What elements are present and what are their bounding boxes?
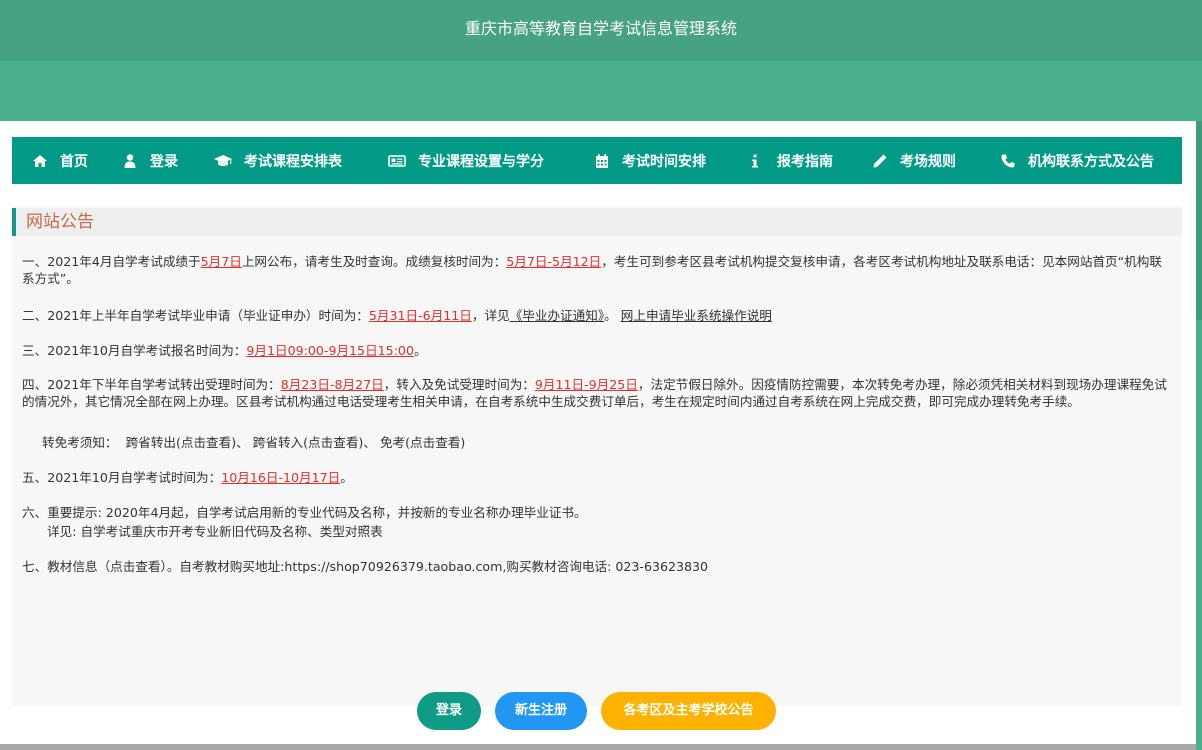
app-header: 重庆市高等教育自学考试信息管理系统 xyxy=(0,0,1202,61)
notice-item-3: 三、2021年10月自学考试报名时间为：9月1日09:00-9月15日15:00… xyxy=(22,342,1172,359)
graduation-guide-link[interactable]: 网上申请毕业系统操作说明 xyxy=(621,308,772,323)
notice-3-text-a: 三、2021年10月自学考试报名时间为： xyxy=(22,343,247,358)
notice-4-transfer-out-period: 8月23日-8月27日 xyxy=(280,377,384,392)
transfer-in-link[interactable]: 跨省转入(点击查看) xyxy=(253,435,364,450)
notice-4-text-c: ，转入及免试受理时间为： xyxy=(383,377,535,392)
nav-item-exam-time[interactable]: 考试时间安排 xyxy=(594,137,706,184)
nav-label-exam-schedule: 考试课程安排表 xyxy=(244,153,342,170)
textbook-info-link[interactable]: 七、教材信息（点击查看） xyxy=(22,559,167,574)
nav-label-course-credits: 专业课程设置与学分 xyxy=(418,153,544,170)
notice-4-text-a: 四、2021年下半年自学考试转出受理时间为： xyxy=(22,377,281,392)
graduation-cap-icon xyxy=(214,153,232,169)
bottom-shadow xyxy=(0,744,1196,750)
notice-1-review-period: 5月7日-5月12日 xyxy=(506,254,602,269)
major-code-table-link[interactable]: 自学考试重庆市开考专业新旧代码及名称、类型对照表 xyxy=(80,524,382,539)
notice-5-period: 10月16日-10月17日 xyxy=(221,470,341,485)
home-icon xyxy=(32,153,48,169)
notice-7-text: 。自考教材购买地址:https://shop70926379.taobao.co… xyxy=(166,559,709,574)
nav-item-course-credits[interactable]: 专业课程设置与学分 xyxy=(388,137,544,184)
nav-item-exam-schedule[interactable]: 考试课程安排表 xyxy=(214,137,342,184)
main-container: 首页 登录 考试课程安排表 专业课程设置与学分 考试时间安排 报考指南 考场规则… xyxy=(0,121,1196,744)
notice-2-text-a: 二、2021年上半年自学考试毕业申请（毕业证申办）时间为： xyxy=(22,308,369,323)
graduation-notice-link[interactable]: 《毕业办证通知》 xyxy=(510,308,604,323)
nav-item-rules[interactable]: 考场规则 xyxy=(872,137,956,184)
nav-label-contact: 机构联系方式及公告 xyxy=(1028,153,1154,170)
notice-4-transfer-in-period: 9月11日-9月25日 xyxy=(534,377,638,392)
phone-icon xyxy=(1000,153,1016,169)
main-nav: 首页 登录 考试课程安排表 专业课程设置与学分 考试时间安排 报考指南 考场规则… xyxy=(12,137,1182,184)
nav-label-guide: 报考指南 xyxy=(777,153,833,170)
user-icon xyxy=(122,153,138,169)
notice-5-text-c: 。 xyxy=(340,470,353,485)
login-button[interactable]: 登录 xyxy=(417,692,481,730)
notice-4-sub-label: 转免考须知： xyxy=(42,435,118,450)
nav-item-home[interactable]: 首页 xyxy=(32,137,88,184)
nav-label-rules: 考场规则 xyxy=(900,153,956,170)
header-band xyxy=(0,61,1202,121)
transfer-out-link[interactable]: 跨省转出(点击查看) xyxy=(126,435,237,450)
notice-6-text: 六、重要提示: 2020年4月起，自学考试启用新的专业代码及名称，并按新的专业名… xyxy=(22,505,587,520)
notice-6-sub: 详见: 自学考试重庆市开考专业新旧代码及名称、类型对照表 xyxy=(47,523,383,540)
notice-4-sub: 转免考须知： 跨省转出(点击查看)、 跨省转入(点击查看)、 免考(点击查看) xyxy=(42,434,465,451)
notice-2-text-e: 。 xyxy=(604,308,621,323)
info-icon xyxy=(750,153,760,169)
notice-2-text-c: ，详见 xyxy=(471,308,510,323)
nav-item-login[interactable]: 登录 xyxy=(122,137,178,184)
notice-item-5: 五、2021年10月自学考试时间为：10月16日-10月17日。 xyxy=(22,469,1172,486)
nav-label-login: 登录 xyxy=(150,153,178,170)
nav-label-home: 首页 xyxy=(60,153,88,170)
register-button[interactable]: 新生注册 xyxy=(495,692,587,730)
notice-2-period: 5月31日-6月11日 xyxy=(368,308,472,323)
notice-item-7: 七、教材信息（点击查看）。自考教材购买地址:https://shop709263… xyxy=(22,558,1172,575)
notice-panel: 网站公告 一、2021年4月自学考试成绩于5月7日上网公布，请考生及时查询。成绩… xyxy=(12,206,1182,730)
right-edge-strip xyxy=(1196,121,1202,320)
calendar-icon xyxy=(594,153,610,169)
nav-item-guide[interactable]: 报考指南 xyxy=(750,137,833,184)
notice-item-2: 二、2021年上半年自学考试毕业申请（毕业证申办）时间为：5月31日-6月11日… xyxy=(22,307,1172,324)
notice-4-sep-2: 、 xyxy=(363,435,376,450)
notice-title: 网站公告 xyxy=(26,212,94,232)
notice-header: 网站公告 xyxy=(12,208,1182,236)
notice-4-sep-1: 、 xyxy=(236,435,249,450)
nav-label-exam-time: 考试时间安排 xyxy=(622,153,706,170)
pencil-icon xyxy=(872,153,888,169)
notice-6-sub-label: 详见: xyxy=(47,524,77,539)
notice-1-text-a: 一、2021年4月自学考试成绩于 xyxy=(22,254,201,269)
notice-3-period: 9月1日09:00-9月15日15:00 xyxy=(246,343,414,358)
notice-item-6: 六、重要提示: 2020年4月起，自学考试启用新的专业代码及名称，并按新的专业名… xyxy=(22,504,1172,521)
site-title: 重庆市高等教育自学考试信息管理系统 xyxy=(464,19,737,38)
exemption-link[interactable]: 免考(点击查看) xyxy=(380,435,465,450)
notice-header-bar xyxy=(12,208,16,236)
district-announcement-button[interactable]: 各考区及主考学校公告 xyxy=(601,692,776,730)
notice-1-text-c: 上网公布，请考生及时查询。成绩复核时间为： xyxy=(241,254,507,269)
nav-item-contact[interactable]: 机构联系方式及公告 xyxy=(1000,137,1154,184)
notice-item-4: 四、2021年下半年自学考试转出受理时间为：8月23日-8月27日，转入及免试受… xyxy=(22,376,1172,410)
notice-3-text-c: 。 xyxy=(413,343,427,358)
notice-5-text-a: 五、2021年10月自学考试时间为： xyxy=(22,470,222,485)
notice-item-1: 一、2021年4月自学考试成绩于5月7日上网公布，请考生及时查询。成绩复核时间为… xyxy=(22,253,1172,287)
notice-1-date: 5月7日 xyxy=(200,254,242,269)
newspaper-icon xyxy=(388,153,406,169)
